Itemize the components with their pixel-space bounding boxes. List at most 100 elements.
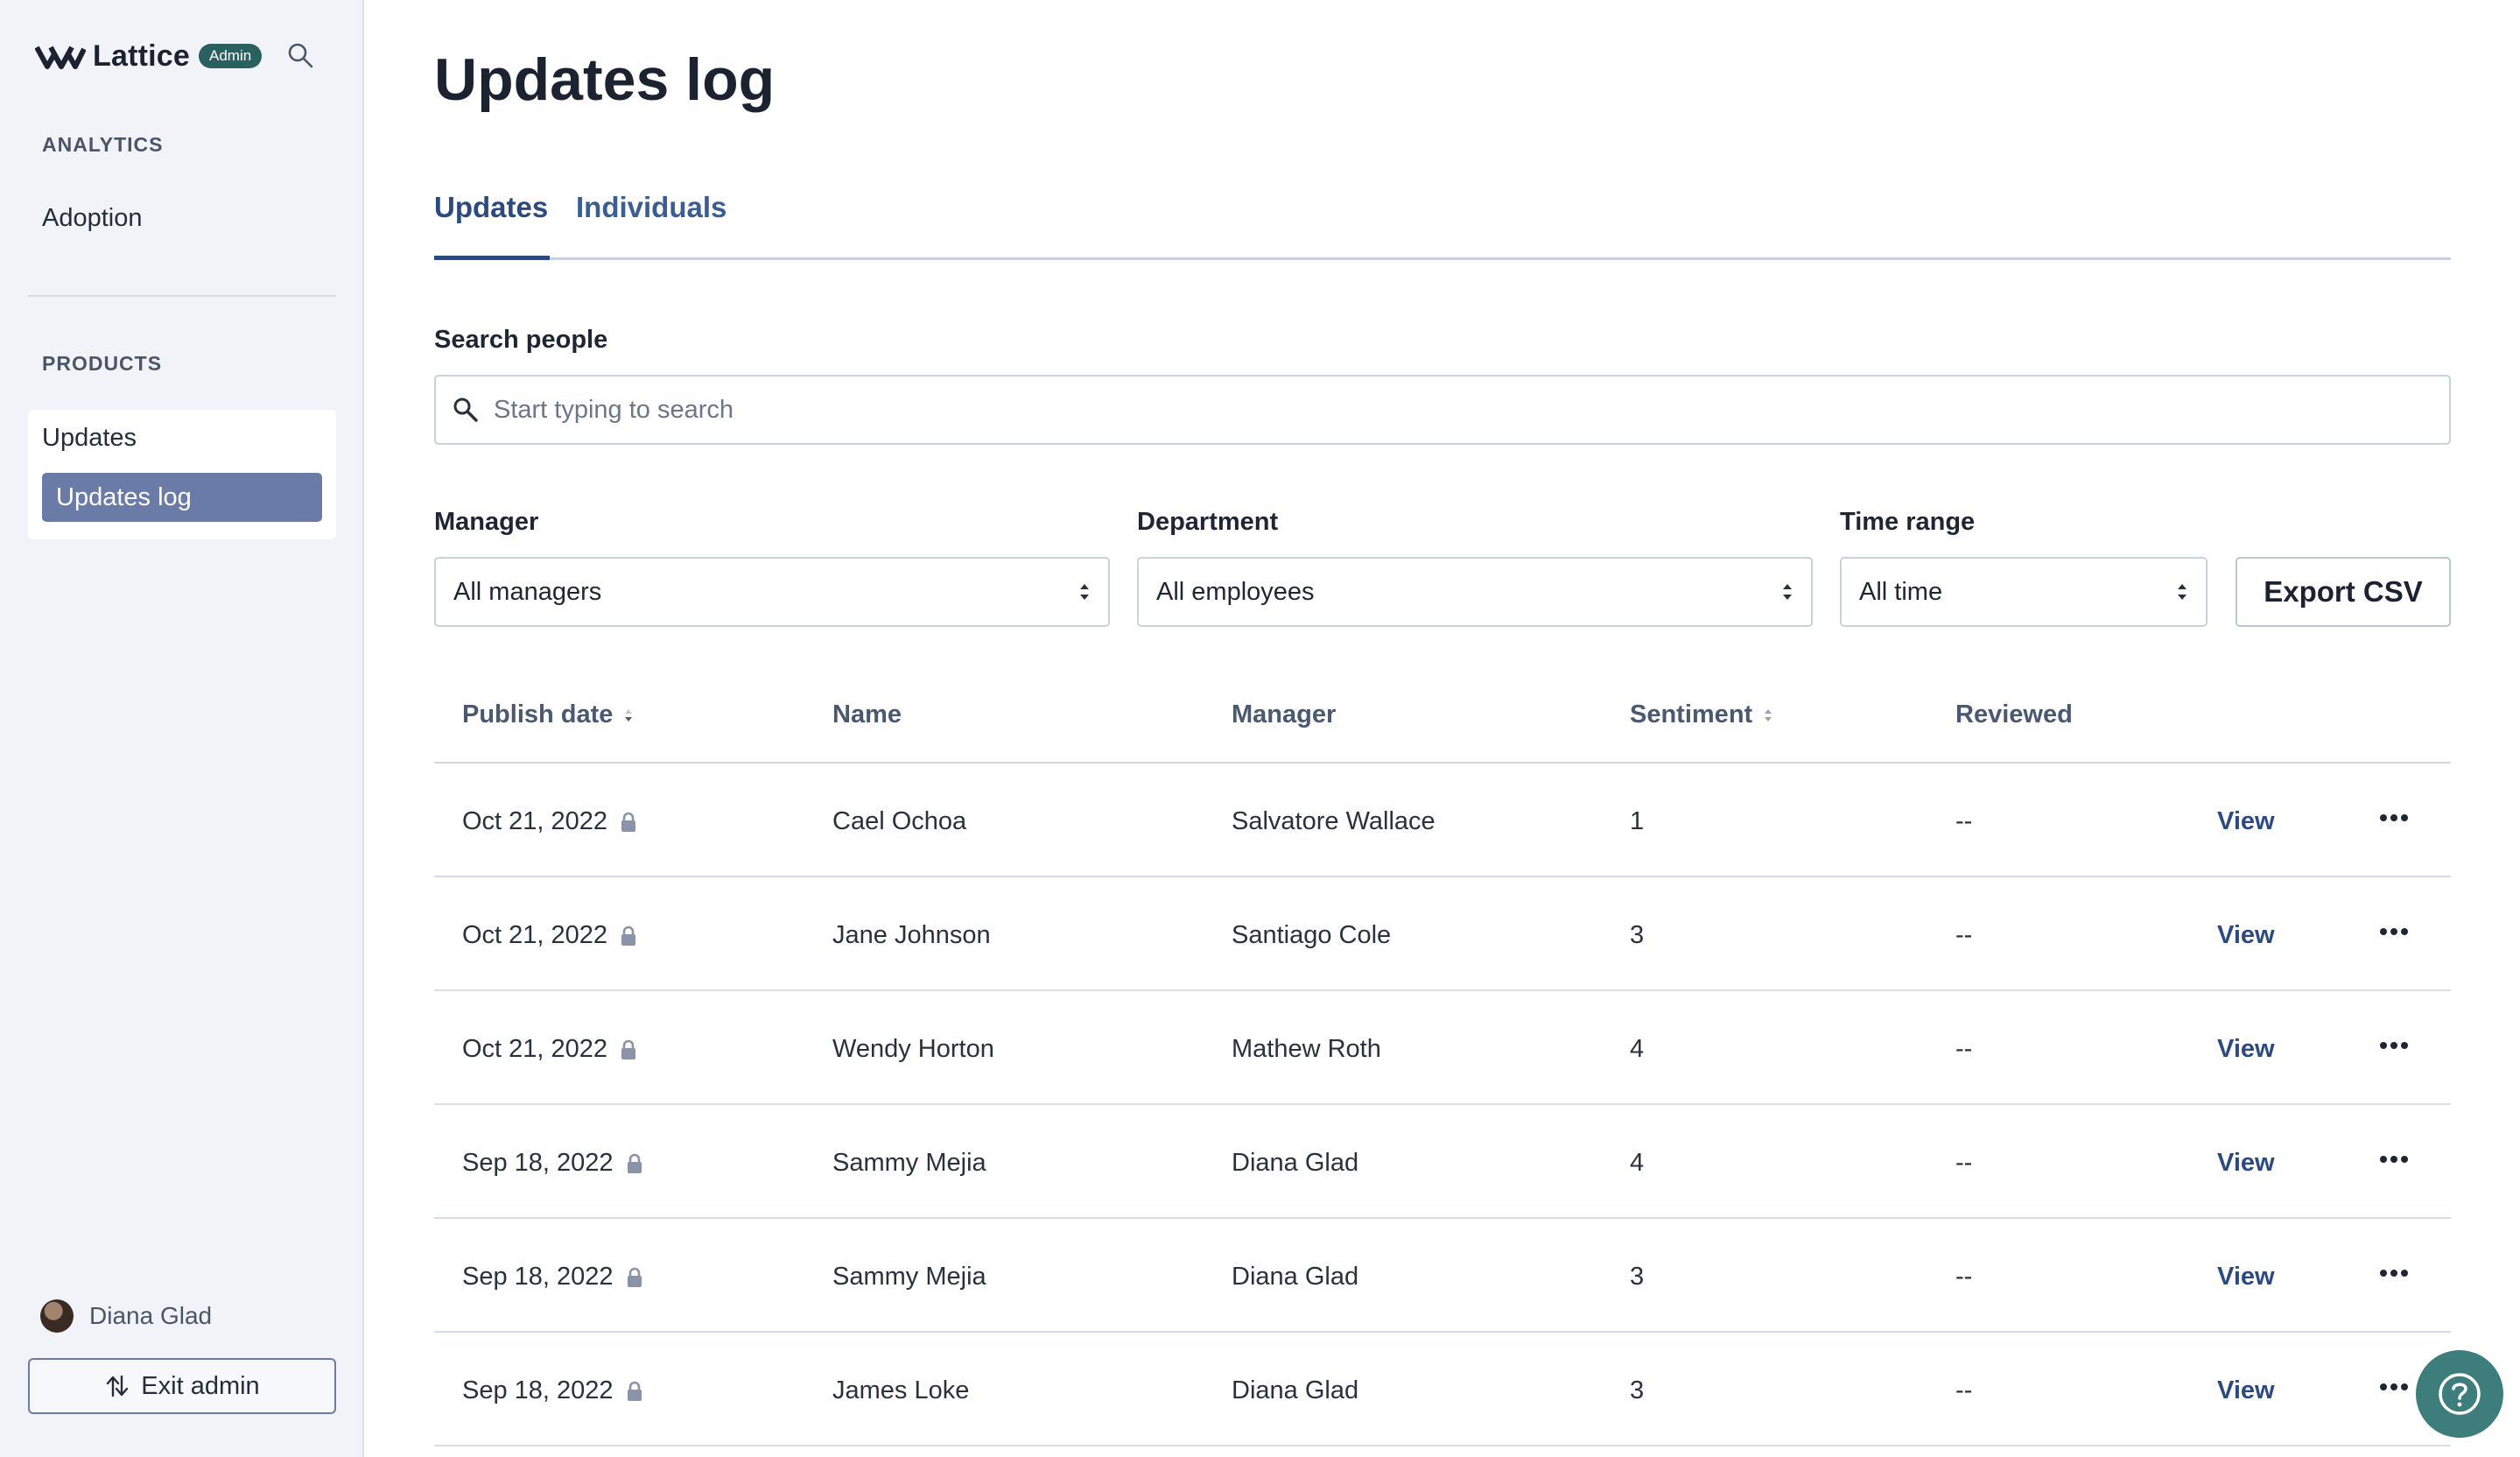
reviewed-cell: -- <box>1955 1263 1973 1291</box>
row-actions-button[interactable] <box>2379 804 2409 823</box>
table-row: Oct 21, 2022 Cael Ochoa Salvatore Wallace 1… <box>434 764 2451 877</box>
time-range-select-value: All time <box>1859 577 1943 606</box>
name-cell: Wendy Horton <box>832 1035 994 1063</box>
view-link[interactable]: View <box>2217 1149 2275 1178</box>
row-actions-button[interactable] <box>2379 1259 2409 1278</box>
search-label: Search people <box>434 326 608 354</box>
select-arrows-icon <box>1783 584 1792 600</box>
sentiment-cell: 3 <box>1630 921 1645 949</box>
publish-date: Sep 18, 2022 <box>462 1149 614 1177</box>
reviewed-cell: -- <box>1955 1035 1973 1063</box>
table-row: Sep 18, 2022 Sammy Mejia Diana Glad 3 -- View <box>434 1219 2451 1333</box>
name-cell: Sammy Mejia <box>832 1263 986 1291</box>
column-header-manager: Manager <box>1232 700 1337 728</box>
manager-select-value: All managers <box>453 577 602 606</box>
column-header-publish-date[interactable]: Publish date <box>462 700 634 729</box>
exit-admin-button[interactable]: Exit admin <box>28 1358 336 1414</box>
user-name: Diana Glad <box>89 1302 213 1329</box>
section-label-products: PRODUCTS <box>42 352 163 375</box>
help-button[interactable] <box>2416 1350 2503 1438</box>
publish-date: Sep 18, 2022 <box>462 1263 614 1291</box>
sentiment-cell: 1 <box>1630 807 1645 835</box>
tabs-divider <box>434 257 2451 260</box>
time-range-select[interactable]: All time <box>1840 557 2208 627</box>
tab-updates[interactable]: Updates <box>434 191 548 224</box>
search-icon <box>453 398 478 422</box>
name-cell: James Loke <box>832 1376 970 1404</box>
publish-date: Oct 21, 2022 <box>462 1035 608 1063</box>
sort-icon <box>625 708 633 721</box>
column-header-sentiment[interactable]: Sentiment <box>1630 700 1773 729</box>
sidebar-divider <box>28 295 336 297</box>
publish-date-cell: Oct 21, 2022 <box>462 1035 637 1064</box>
help-icon <box>2439 1373 2481 1415</box>
lock-icon <box>627 1153 642 1173</box>
exit-admin-label: Exit admin <box>141 1371 260 1400</box>
more-horizontal-icon <box>2380 1042 2408 1049</box>
select-arrows-icon <box>1080 584 1089 600</box>
brand-name: Lattice <box>93 39 190 73</box>
view-link[interactable]: View <box>2217 807 2275 836</box>
manager-cell: Diana Glad <box>1232 1263 1359 1291</box>
manager-cell: Diana Glad <box>1232 1149 1359 1177</box>
sidebar-item-adoption[interactable]: Adoption <box>42 204 143 233</box>
publish-date-cell: Sep 18, 2022 <box>462 1149 643 1178</box>
view-link[interactable]: View <box>2217 1035 2275 1064</box>
view-link[interactable]: View <box>2217 921 2275 950</box>
sidebar: Lattice Admin ANALYTICS Adoption PRODUCT… <box>0 0 364 1457</box>
reviewed-cell: -- <box>1955 1149 1973 1177</box>
tab-individuals[interactable]: Individuals <box>576 191 727 224</box>
publish-date: Oct 21, 2022 <box>462 807 608 835</box>
column-header-name: Name <box>832 700 902 728</box>
publish-date-cell: Sep 18, 2022 <box>462 1263 643 1292</box>
search-input[interactable] <box>494 395 2332 425</box>
name-cell: Jane Johnson <box>832 921 991 949</box>
table-row: Sep 18, 2022 James Loke Diana Glad 3 -- View <box>434 1333 2451 1446</box>
search-icon[interactable] <box>285 40 315 70</box>
lock-icon <box>627 1267 642 1287</box>
view-link[interactable]: View <box>2217 1376 2275 1405</box>
reviewed-cell: -- <box>1955 1376 1973 1404</box>
export-csv-button[interactable]: Export CSV <box>2236 557 2451 627</box>
active-tab-indicator <box>434 256 550 260</box>
table-row: Oct 21, 2022 Wendy Horton Mathew Roth 4 -- Vi… <box>434 991 2451 1105</box>
sentiment-cell: 3 <box>1630 1376 1645 1404</box>
department-filter-label: Department <box>1137 508 1279 536</box>
sentiment-cell: 3 <box>1630 1263 1645 1291</box>
more-horizontal-icon <box>2380 814 2408 821</box>
lock-icon <box>621 926 636 946</box>
publish-date: Oct 21, 2022 <box>462 921 608 949</box>
search-field[interactable] <box>434 375 2451 445</box>
department-select[interactable]: All employees <box>1137 557 1813 627</box>
products-nav: Updates Updates log <box>28 410 336 539</box>
publish-date: Sep 18, 2022 <box>462 1376 614 1404</box>
more-horizontal-icon <box>2380 1270 2408 1277</box>
name-cell: Sammy Mejia <box>832 1149 986 1177</box>
section-label-analytics: ANALYTICS <box>42 133 164 156</box>
page-title: Updates log <box>434 46 776 113</box>
sidebar-item-updates[interactable]: Updates <box>42 424 137 453</box>
lock-icon <box>621 1039 636 1059</box>
row-actions-button[interactable] <box>2379 1373 2409 1392</box>
publish-date-cell: Oct 21, 2022 <box>462 921 637 950</box>
current-user[interactable]: Diana Glad <box>40 1299 212 1333</box>
column-header-label: Sentiment <box>1630 700 1753 728</box>
table-row: Oct 21, 2022 Jane Johnson Santiago Cole 3 --… <box>434 877 2451 991</box>
manager-cell: Mathew Roth <box>1232 1035 1381 1063</box>
view-link[interactable]: View <box>2217 1263 2275 1292</box>
manager-select[interactable]: All managers <box>434 557 1110 627</box>
row-actions-button[interactable] <box>2379 1031 2409 1051</box>
select-arrows-icon <box>2178 584 2187 600</box>
row-actions-button[interactable] <box>2379 1145 2409 1165</box>
manager-cell: Diana Glad <box>1232 1376 1359 1404</box>
reviewed-cell: -- <box>1955 921 1973 949</box>
admin-badge: Admin <box>199 44 263 68</box>
manager-cell: Salvatore Wallace <box>1232 807 1435 835</box>
brand[interactable]: Lattice Admin <box>35 37 263 75</box>
row-actions-button[interactable] <box>2379 918 2409 937</box>
column-header-label: Publish date <box>462 700 614 728</box>
time-range-filter-label: Time range <box>1840 508 1976 536</box>
exit-arrows-icon <box>107 1375 129 1397</box>
sidebar-item-updates-log[interactable]: Updates log <box>42 473 322 522</box>
lattice-logo-icon <box>35 46 86 69</box>
